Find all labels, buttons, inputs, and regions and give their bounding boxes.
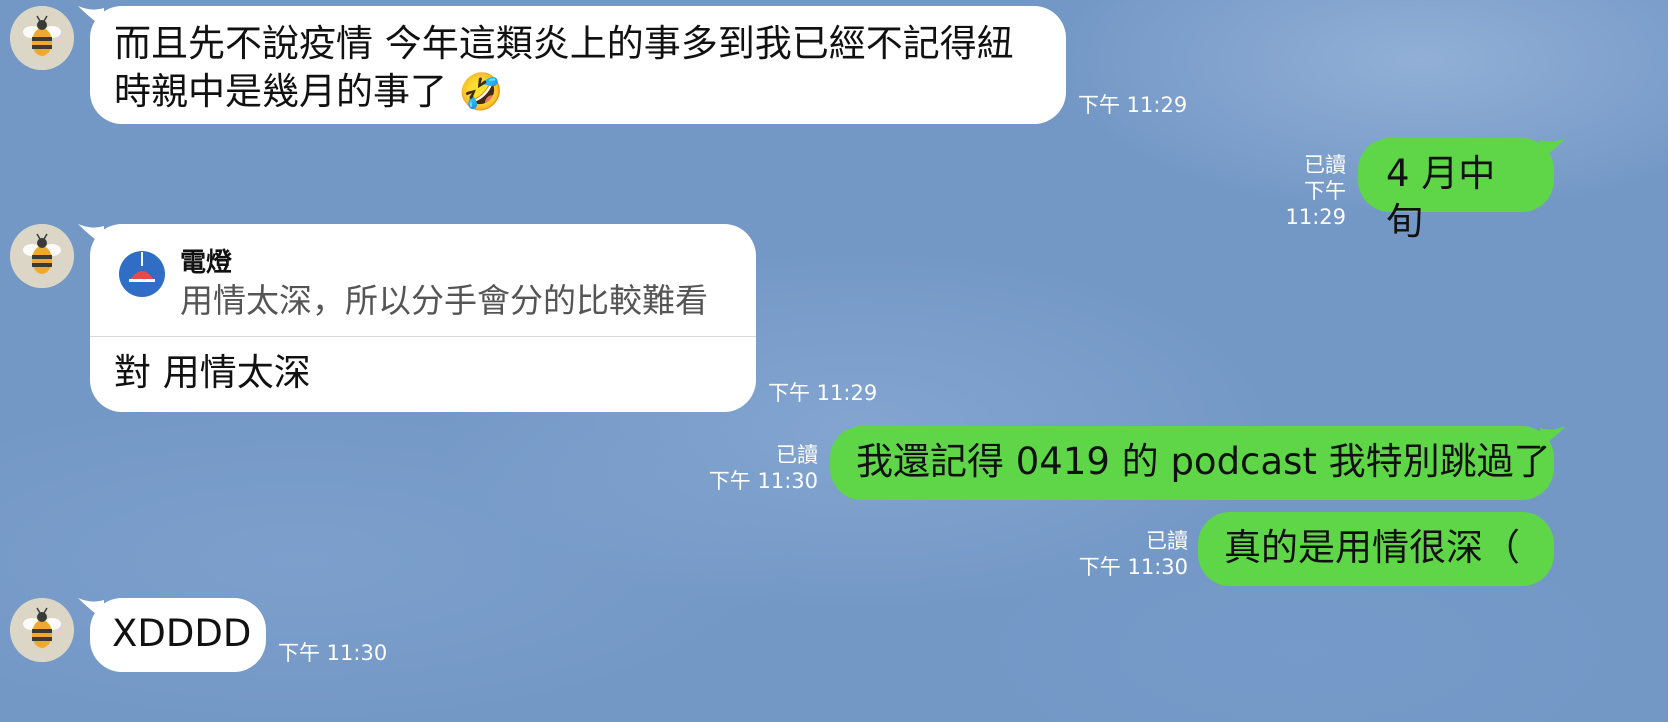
message-bubble-outgoing[interactable]: 我還記得 0419 的 podcast 我特別跳過了 <box>830 426 1566 500</box>
message-text: XDDDD <box>112 612 252 655</box>
message-bubble-incoming[interactable]: XDDDD <box>78 598 266 672</box>
bubble-tail-icon <box>78 224 104 246</box>
bee-avatar-icon[interactable] <box>10 224 74 288</box>
reply-sender-name: 電燈 <box>180 248 233 278</box>
bubble-tail-icon <box>78 598 104 620</box>
read-receipt: 已讀 <box>1146 529 1188 553</box>
message-timestamp: 下午 11:30 <box>278 641 388 665</box>
chat-area[interactable]: 而且先不說疫情 今年這類炎上的事多到我已經不記得紐 時親中是幾月的事了 🤣 下午… <box>0 0 1668 722</box>
bubble-tail-icon <box>1540 426 1566 448</box>
message-meta: 已讀 下午 11:30 <box>700 442 818 494</box>
message-text: 真的是用情很深（ <box>1224 526 1520 569</box>
read-receipt: 已讀 <box>1304 153 1346 177</box>
bubble-tail-icon <box>78 6 104 28</box>
lamp-icon <box>119 251 165 297</box>
message-bubble-outgoing[interactable]: 真的是用情很深（ <box>1198 512 1554 586</box>
message-timestamp: 下午 11:30 <box>1078 555 1188 579</box>
message-bubble-outgoing[interactable]: 4 月中旬 <box>1358 138 1566 243</box>
message-bubble-incoming[interactable]: 而且先不說疫情 今年這類炎上的事多到我已經不記得紐 時親中是幾月的事了 🤣 <box>78 6 1066 124</box>
message-timestamp: 下午 11:29 <box>768 381 878 405</box>
reply-quoted-text: 用情太深，所以分手會分的比較難看 <box>180 281 708 320</box>
bubble-tail-icon <box>1540 138 1566 160</box>
bee-avatar-icon[interactable] <box>10 6 74 70</box>
message-meta: 已讀 下午 11:30 <box>1070 528 1188 580</box>
rofl-emoji-icon: 🤣 <box>458 72 504 113</box>
message-timestamp: 下午 11:30 <box>708 469 818 493</box>
message-text: 而且先不說疫情 今年這類炎上的事多到我已經不記得紐 時親中是幾月的事了 🤣 <box>114 22 1014 113</box>
message-text: 我還記得 0419 的 podcast 我特別跳過了 <box>856 440 1551 483</box>
message-text: 對 用情太深 <box>114 351 311 394</box>
message-timestamp: 下午 11:29 <box>1078 93 1188 117</box>
reply-quote-block[interactable]: 電燈 用情太深，所以分手會分的比較難看 <box>90 224 756 336</box>
read-receipt: 已讀 <box>776 443 818 467</box>
message-timestamp: 下午 11:29 <box>1285 179 1346 229</box>
message-bubble-reply[interactable]: 電燈 用情太深，所以分手會分的比較難看 對 用情太深 <box>78 224 756 412</box>
bee-avatar-icon[interactable] <box>10 598 74 662</box>
message-text: 4 月中旬 <box>1386 152 1496 243</box>
message-meta: 已讀 下午 11:29 <box>1240 152 1346 230</box>
